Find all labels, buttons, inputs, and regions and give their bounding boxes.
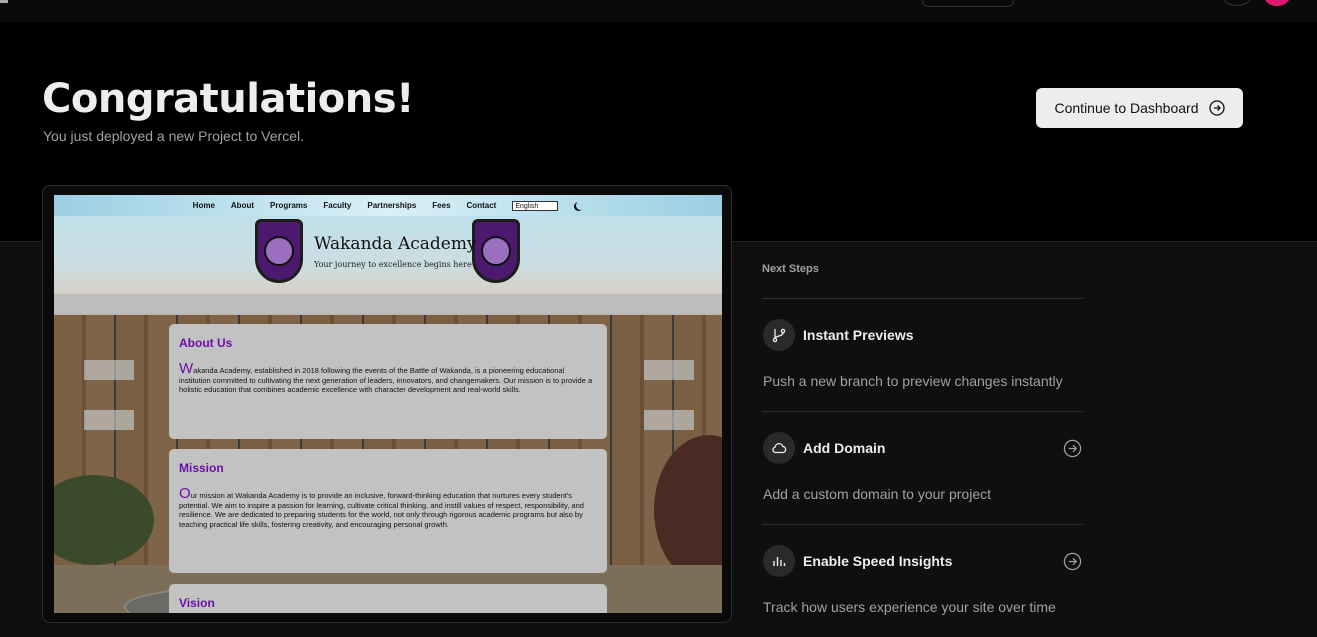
site-banner-band — [54, 294, 722, 314]
divider — [762, 411, 1083, 412]
about-drop-cap: W — [179, 360, 194, 377]
about-heading: About Us — [179, 336, 233, 350]
menu-icon[interactable] — [0, 0, 8, 3]
site-nav-programs: Programs — [270, 201, 308, 210]
step-instant-previews-desc: Push a new branch to preview changes ins… — [763, 373, 1063, 389]
page-title: Congratulations! — [42, 76, 414, 122]
branch-icon — [763, 319, 795, 351]
step-add-domain-title[interactable]: Add Domain — [803, 440, 885, 456]
site-nav-home: Home — [192, 201, 215, 210]
step-instant-previews-title[interactable]: Instant Previews — [803, 327, 914, 343]
site-nav-about: About — [230, 201, 255, 210]
mission-heading: Mission — [179, 461, 224, 475]
site-name: Wakanda Academy — [314, 234, 477, 254]
mission-card: Mission Our mission at Wakanda Academy i… — [169, 449, 607, 573]
site-tagline: Your journey to excellence begins here — [314, 260, 472, 269]
cloud-icon — [763, 432, 795, 464]
mission-body: ur mission at Wakanda Academy is to prov… — [179, 491, 584, 529]
site-nav-partnerships: Partnerships — [367, 201, 417, 210]
divider — [762, 524, 1083, 525]
bar-chart-icon — [763, 545, 795, 577]
site-nav-faculty: Faculty — [323, 201, 352, 210]
mission-drop-cap: O — [179, 485, 191, 502]
deployment-preview-frame[interactable]: Home About Programs Faculty Partnerships… — [42, 185, 732, 623]
arrow-right-circle-icon[interactable] — [1063, 439, 1082, 458]
moon-icon — [576, 201, 585, 210]
arrow-right-circle-icon — [1208, 100, 1225, 116]
site-nav-fees: Fees — [432, 201, 451, 210]
top-navbar — [0, 0, 1317, 22]
crest-left-logo — [255, 219, 303, 283]
page-subtitle: You just deployed a new Project to Verce… — [43, 128, 304, 144]
vision-heading: Vision — [179, 596, 215, 610]
language-select: English — [512, 200, 559, 211]
about-body: akanda Academy, established in 2018 foll… — [179, 366, 593, 394]
vision-card: Vision — [169, 584, 607, 613]
continue-to-dashboard-button[interactable]: Continue to Dashboard — [1036, 88, 1243, 128]
about-text: Wakanda Academy, established in 2018 fol… — [179, 361, 597, 395]
deployment-screenshot: Home About Programs Faculty Partnerships… — [54, 195, 722, 613]
next-steps-label: Next Steps — [762, 263, 819, 275]
step-speed-insights-desc: Track how users experience your site ove… — [763, 599, 1056, 615]
about-card: About Us Wakanda Academy, established in… — [169, 324, 607, 439]
top-button[interactable] — [922, 0, 1014, 7]
divider — [762, 298, 1083, 299]
continue-to-dashboard-label: Continue to Dashboard — [1054, 100, 1199, 116]
mission-text: Our mission at Wakanda Academy is to pro… — [179, 486, 597, 529]
crest-right-logo — [472, 219, 520, 283]
arrow-right-circle-icon[interactable] — [1063, 552, 1082, 571]
avatar[interactable] — [1264, 0, 1290, 6]
step-add-domain-desc: Add a custom domain to your project — [763, 486, 992, 502]
site-nav: Home About Programs Faculty Partnerships… — [54, 195, 722, 216]
step-speed-insights-title[interactable]: Enable Speed Insights — [803, 553, 952, 569]
notification-button[interactable] — [1222, 0, 1252, 6]
site-header — [54, 216, 722, 296]
site-nav-contact: Contact — [466, 201, 497, 210]
